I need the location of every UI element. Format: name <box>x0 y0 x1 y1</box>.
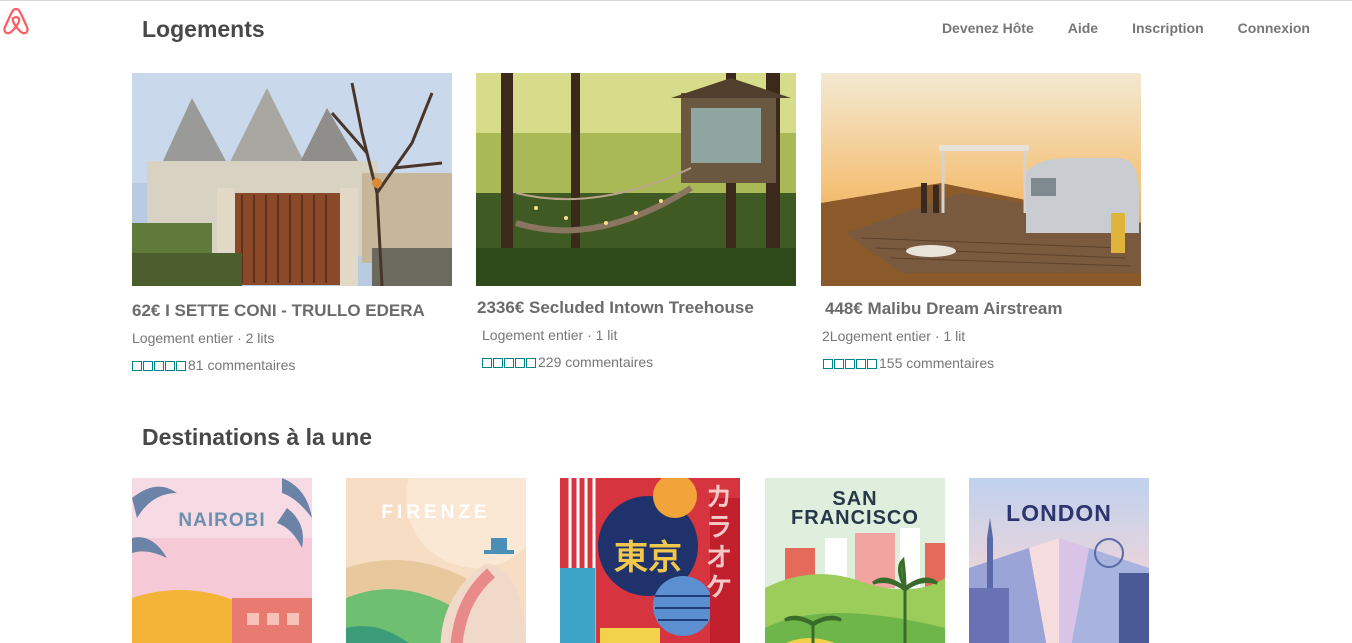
destination-label: NAIROBI <box>178 510 266 531</box>
listing-photo[interactable] <box>476 73 796 286</box>
star-icon <box>526 358 536 369</box>
star-icon <box>154 361 164 372</box>
destination-card-nairobi[interactable]: NAIROBI <box>132 478 312 643</box>
nav-become-host[interactable]: Devenez Hôte <box>942 20 1034 36</box>
star-icon <box>856 359 866 370</box>
listing-reviews: 155 commentaires <box>823 355 994 371</box>
review-count: 229 commentaires <box>538 354 654 370</box>
destination-side-label: カラオケ <box>705 482 732 602</box>
destination-card-firenze[interactable]: FIRENZE <box>346 478 526 643</box>
star-rating <box>482 355 537 370</box>
destinations-heading: Destinations à la une <box>142 424 373 450</box>
destination-card-tokyo[interactable]: 東京 カラオケ <box>560 478 740 643</box>
listing-title[interactable]: 448€ Malibu Dream Airstream <box>825 299 1062 319</box>
destination-card-london[interactable]: LONDON <box>969 478 1149 643</box>
star-icon <box>493 358 503 369</box>
nav-login[interactable]: Connexion <box>1238 20 1310 36</box>
star-rating <box>823 356 878 371</box>
listing-reviews: 229 commentaires <box>482 354 653 370</box>
listing-photo[interactable] <box>821 73 1141 286</box>
star-icon <box>823 359 833 370</box>
nav-signup[interactable]: Inscription <box>1132 20 1204 36</box>
top-border <box>0 0 1352 5</box>
star-icon <box>504 358 514 369</box>
star-icon <box>176 361 186 372</box>
destination-label-line2: FRANCISCO <box>791 507 919 529</box>
star-icon <box>143 361 153 372</box>
listing-title[interactable]: 62€ I SETTE CONI - TRULLO EDERA <box>132 301 425 321</box>
listing-photo[interactable] <box>132 73 452 286</box>
top-nav: Devenez Hôte Aide Inscription Connexion <box>942 20 1310 36</box>
listing-title[interactable]: 2336€ Secluded Intown Treehouse <box>477 298 754 318</box>
listing-card[interactable]: 2336€ Secluded Intown Treehouse Logement… <box>476 73 796 370</box>
review-count: 155 commentaires <box>879 355 995 371</box>
star-icon <box>132 361 142 372</box>
star-icon <box>834 359 844 370</box>
logements-heading: Logements <box>142 16 265 42</box>
star-icon <box>845 359 855 370</box>
nav-help[interactable]: Aide <box>1068 20 1098 36</box>
destination-card-san-francisco[interactable]: SAN FRANCISCO <box>765 478 945 643</box>
destination-label: FIRENZE <box>381 502 491 523</box>
star-icon <box>515 358 525 369</box>
listing-subtitle: Logement entier · 2 lits <box>132 330 275 346</box>
destination-label: LONDON <box>1006 500 1112 526</box>
review-count: 81 commentaires <box>188 357 296 373</box>
star-icon <box>482 358 492 369</box>
listing-reviews: 81 commentaires <box>132 357 295 373</box>
star-icon <box>867 359 877 370</box>
star-icon <box>165 361 175 372</box>
airbnb-logo-icon[interactable] <box>2 6 30 36</box>
star-rating <box>132 358 187 373</box>
listing-subtitle: Logement entier · 1 lit <box>482 327 618 343</box>
listing-card[interactable]: 62€ I SETTE CONI - TRULLO EDERA Logement… <box>132 73 452 373</box>
listing-card[interactable]: 448€ Malibu Dream Airstream 2Logement en… <box>821 73 1141 371</box>
listing-subtitle: 2Logement entier · 1 lit <box>822 328 966 344</box>
